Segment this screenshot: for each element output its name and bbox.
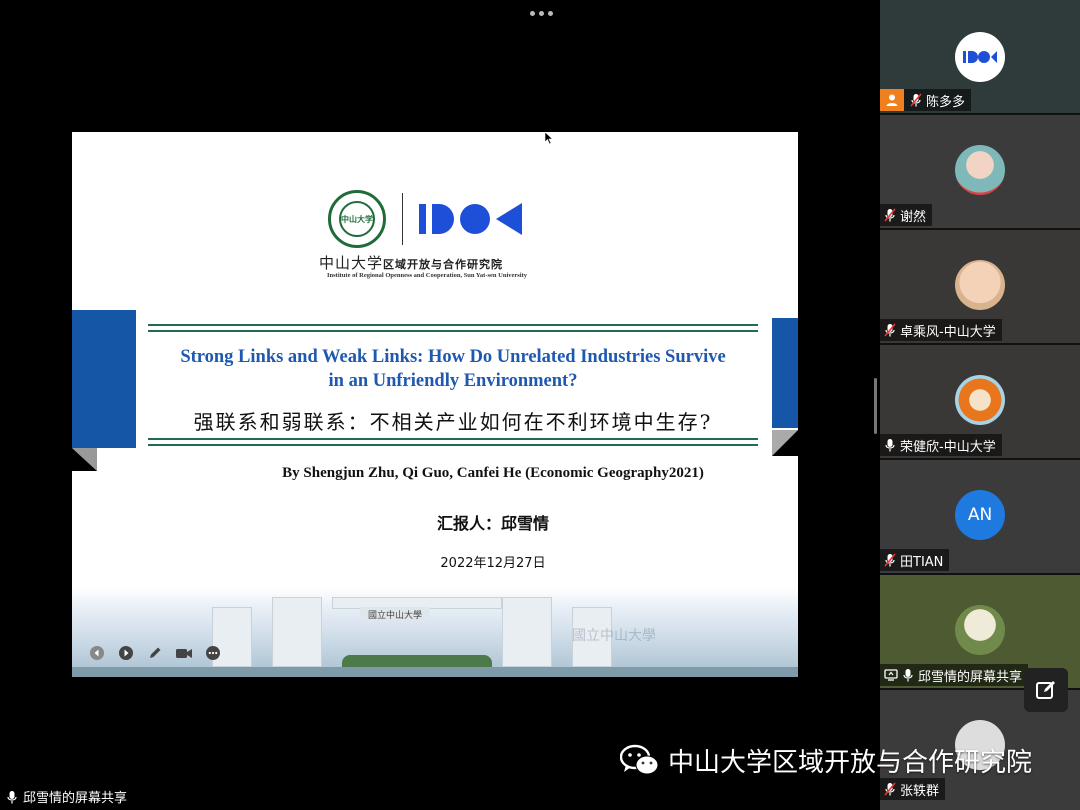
title-rule-top-2 xyxy=(148,330,758,332)
panel-scroll-handle[interactable] xyxy=(874,378,877,434)
participant-name: 陈多多 xyxy=(926,94,966,110)
host-user-icon xyxy=(880,89,904,111)
cartoon-avatar xyxy=(955,375,1005,425)
institute-avatar xyxy=(955,32,1005,82)
institute-name-en: Institute of Regional Openness and Coope… xyxy=(327,272,528,279)
participant-name: 田TIAN xyxy=(900,554,944,570)
mic-on-icon xyxy=(7,790,17,803)
title-rule-bottom-1 xyxy=(148,438,758,440)
watermark-text: 中山大学区域开放与合作研究院 xyxy=(668,748,1033,778)
annotate-button[interactable] xyxy=(1024,668,1068,712)
slide-title-cn: 强联系和弱联系：不相关产业如何在不利环境中生存? xyxy=(193,410,713,434)
mic-muted-icon xyxy=(884,208,896,222)
mic-on-icon xyxy=(903,669,913,682)
pen-square-icon xyxy=(1036,681,1055,699)
mic-muted-icon xyxy=(884,323,896,337)
shared-slide: 中山大学 中山大学区域开放与合作研究院 Institute of Regiona… xyxy=(72,132,798,677)
iroc-logo-icon xyxy=(419,203,522,235)
participant-name: 张轶群 xyxy=(900,783,940,799)
mic-muted-icon xyxy=(910,93,922,107)
participant-name-tag: 谢然 xyxy=(880,204,933,226)
slide-logo-row: 中山大学 xyxy=(328,190,522,248)
participant-name: 谢然 xyxy=(900,209,927,225)
participant-name-tag: 卓乘风-中山大学 xyxy=(880,319,1002,341)
share-status-text: 邱雪情的屏幕共享 xyxy=(23,791,128,806)
participant-name-tag: 邱雪情的屏幕共享 xyxy=(880,664,1029,686)
mic-on-icon xyxy=(885,439,895,452)
slide-reporter: 汇报人：邱雪情 xyxy=(436,514,549,533)
gate-sign-reflection: 國立中山大學 xyxy=(572,628,656,644)
mic-muted-icon xyxy=(884,553,896,567)
mouse-cursor-icon xyxy=(545,132,553,144)
participant-name-tag: 张轶群 xyxy=(880,778,946,800)
slide-controls xyxy=(88,644,222,662)
mic-muted-icon xyxy=(884,782,896,796)
gate-sign: 國立中山大學 xyxy=(360,607,431,622)
previous-slide-icon[interactable] xyxy=(88,644,106,662)
slide-byline: By Shengjun Zhu, Qi Guo, Canfei He (Econ… xyxy=(282,465,704,481)
screen-share-icon xyxy=(884,669,898,681)
seal-text: 中山大学 xyxy=(339,201,375,237)
participant-name-tag: 陈多多 xyxy=(880,89,972,111)
next-slide-icon[interactable] xyxy=(117,644,135,662)
camera-icon[interactable] xyxy=(175,644,193,662)
wechat-icon xyxy=(620,744,659,774)
title-rule-top-1 xyxy=(148,324,758,326)
pen-icon[interactable] xyxy=(146,644,164,662)
participant-tile[interactable]: 陈多多 xyxy=(880,0,1080,113)
participant-name: 邱雪情的屏幕共享 xyxy=(918,669,1023,685)
anime-avatar xyxy=(955,145,1005,195)
more-slide-options-icon[interactable] xyxy=(204,644,222,662)
participant-tile[interactable]: 卓乘风-中山大学 xyxy=(880,230,1080,343)
institute-name-cn: 中山大学区域开放与合作研究院 xyxy=(319,254,504,272)
participant-name: 荣健欣-中山大学 xyxy=(900,439,996,455)
title-rule-bottom-2 xyxy=(148,444,758,446)
photo-avatar xyxy=(955,605,1005,655)
participant-name: 卓乘风-中山大学 xyxy=(900,324,996,340)
participant-name-tag: 田TIAN xyxy=(880,549,950,571)
logo-divider xyxy=(402,193,403,245)
slide-date: 2022年12月27日 xyxy=(440,556,546,571)
participant-tile[interactable]: AN 田TIAN xyxy=(880,460,1080,573)
university-gate-image: 國立中山大學 國立中山大學 xyxy=(72,587,798,677)
university-seal-icon: 中山大学 xyxy=(328,190,386,248)
wechat-watermark: 中山大学区域开放与合作研究院 xyxy=(620,742,1032,779)
participant-name-tag: 荣健欣-中山大学 xyxy=(880,434,1002,456)
baby-avatar xyxy=(955,260,1005,310)
participant-tile[interactable]: 谢然 xyxy=(880,115,1080,228)
more-options-icon[interactable] xyxy=(528,8,554,18)
screen-share-status: 邱雪情的屏幕共享 xyxy=(6,787,127,806)
decor-block-left xyxy=(72,310,136,448)
participant-tile[interactable]: 荣健欣-中山大学 xyxy=(880,345,1080,458)
decor-block-right xyxy=(772,318,798,428)
initials-avatar: AN xyxy=(955,490,1005,540)
slide-title-en: Strong Links and Weak Links: How Do Unre… xyxy=(180,347,726,391)
